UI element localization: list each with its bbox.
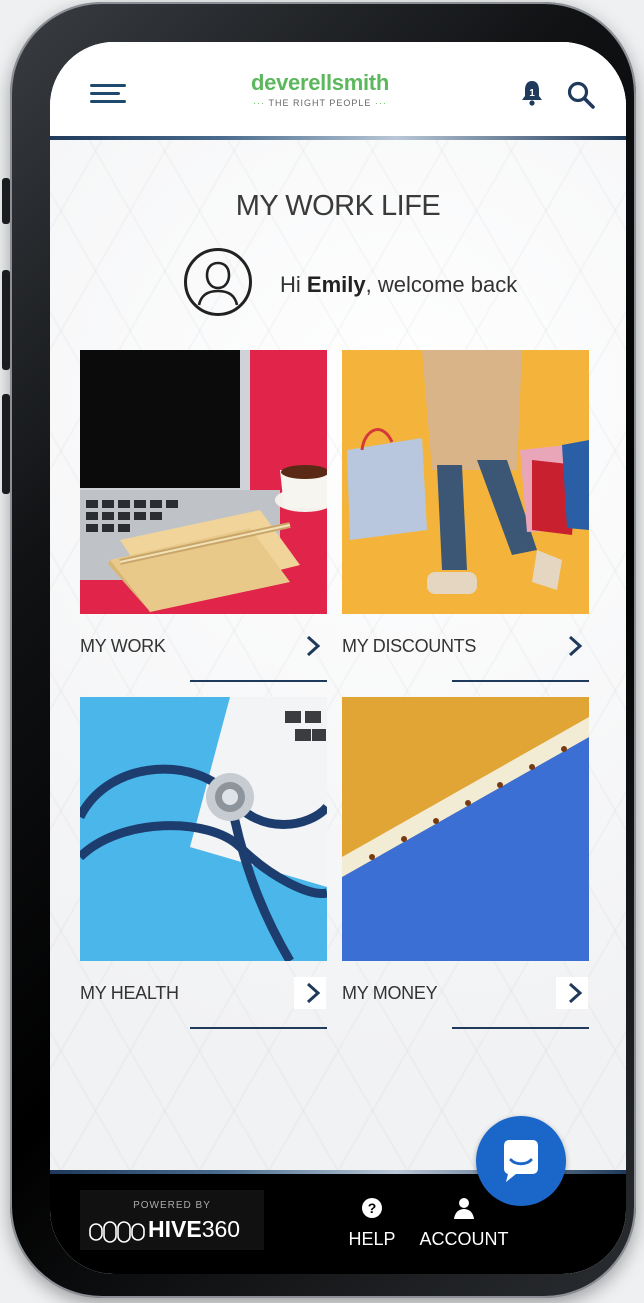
svg-text:1: 1 (529, 88, 535, 99)
logo-tagline: ··· THE RIGHT PEOPLE ··· (253, 98, 387, 108)
card-underline (452, 680, 589, 682)
user-silhouette-icon (197, 261, 239, 306)
help-icon: ? (362, 1198, 382, 1218)
card-label: MY HEALTH (80, 983, 179, 1003)
powered-by-text: POWERED BY (133, 1200, 211, 1211)
user-avatar[interactable] (184, 248, 252, 316)
app-header: deverellsmith ··· THE RIGHT PEOPLE ··· 1 (50, 42, 626, 136)
volume-down-button (2, 394, 10, 494)
user-name: Emily (306, 272, 366, 297)
hive-brand: HIVE360 (148, 1216, 241, 1242)
card-label: MY WORK (80, 636, 166, 656)
chevron-right-icon[interactable] (564, 634, 586, 658)
chevron-right-icon[interactable] (302, 634, 324, 658)
header-divider (50, 136, 626, 140)
account-label: ACCOUNT (419, 1229, 509, 1249)
menu-icon[interactable] (90, 84, 126, 104)
card-underline (452, 1027, 589, 1029)
brand-logo[interactable]: deverellsmith ··· THE RIGHT PEOPLE ··· (230, 70, 410, 108)
hex-background (50, 42, 626, 1274)
logo-wordmark: deverellsmith (251, 70, 389, 95)
welcome-message: Hi Emily, welcome back (280, 272, 518, 297)
live-chat-button[interactable] (476, 1116, 566, 1206)
chevron-right-icon[interactable] (564, 981, 586, 1005)
help-label: HELP (348, 1229, 396, 1249)
account-icon (454, 1198, 474, 1219)
hive-logo-icon (89, 1221, 145, 1243)
help-button[interactable]: ? HELP (346, 1196, 398, 1250)
app-screen: deverellsmith ··· THE RIGHT PEOPLE ··· 1… (50, 42, 626, 1274)
card-image-shopping-bags (342, 350, 589, 614)
card-image-stethoscope (80, 697, 327, 961)
card-underline (190, 680, 327, 682)
powered-by-badge[interactable]: POWERED BY HIVE360 (80, 1190, 264, 1250)
chat-bubble-icon (504, 1140, 538, 1182)
search-icon[interactable] (566, 80, 596, 110)
notification-bell-icon[interactable]: 1 (520, 80, 544, 106)
card-image-laptop-notebooks (80, 350, 327, 614)
card-image-paper-texture (342, 697, 589, 961)
svg-text:?: ? (368, 1200, 377, 1216)
volume-up-button (2, 270, 10, 370)
card-underline (190, 1027, 327, 1029)
card-label: MY DISCOUNTS (342, 636, 477, 656)
silent-switch (2, 178, 10, 224)
card-label: MY MONEY (342, 983, 438, 1003)
chevron-right-icon[interactable] (302, 981, 324, 1005)
page-title: MY WORK LIFE (235, 190, 441, 222)
